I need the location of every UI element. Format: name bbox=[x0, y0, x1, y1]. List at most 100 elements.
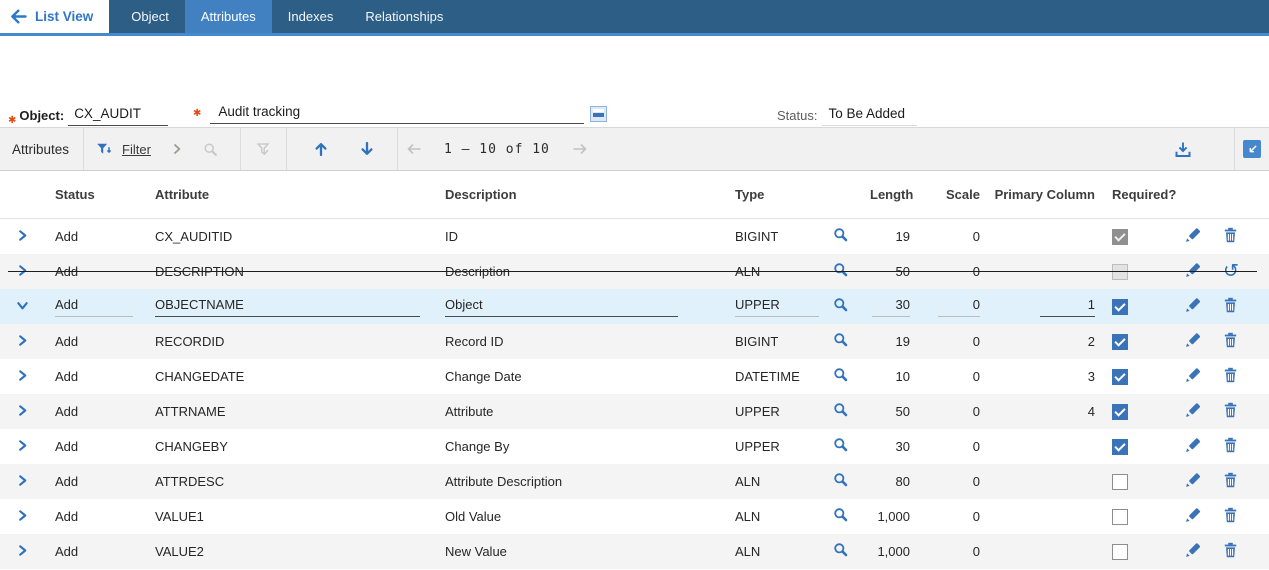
type-lookup[interactable] bbox=[830, 402, 870, 421]
type-lookup[interactable] bbox=[830, 262, 870, 281]
move-up-icon[interactable] bbox=[313, 141, 329, 157]
delete-trash-icon[interactable] bbox=[1223, 297, 1238, 313]
required-checkbox[interactable] bbox=[1112, 333, 1128, 350]
col-header-required[interactable]: Required? bbox=[1095, 187, 1176, 202]
type-lookup-icon[interactable] bbox=[833, 472, 849, 488]
delete-action[interactable] bbox=[1215, 472, 1255, 491]
col-header-length[interactable]: Length bbox=[870, 187, 913, 202]
delete-trash-icon[interactable] bbox=[1223, 332, 1238, 348]
edit-pencil-icon[interactable] bbox=[1184, 402, 1201, 419]
table-row[interactable]: Add CHANGEBY Change By UPPER 30 0 bbox=[0, 429, 1269, 464]
edit-pencil-icon[interactable] bbox=[1184, 507, 1201, 524]
delete-action[interactable] bbox=[1215, 402, 1255, 421]
chevron-right-icon[interactable] bbox=[16, 264, 29, 277]
required-cell[interactable] bbox=[1095, 473, 1170, 490]
chevron-right-icon[interactable] bbox=[16, 404, 29, 417]
edit-action[interactable] bbox=[1170, 262, 1215, 282]
required-cell[interactable] bbox=[1095, 438, 1170, 455]
undo-action[interactable]: ↺ bbox=[1215, 262, 1255, 281]
row-expand-toggle[interactable] bbox=[0, 544, 55, 560]
edit-pencil-icon[interactable] bbox=[1184, 227, 1201, 244]
collapse-table-icon[interactable] bbox=[1243, 140, 1261, 158]
required-checkbox[interactable] bbox=[1112, 298, 1128, 315]
back-to-list-view-button[interactable]: List View bbox=[0, 0, 110, 33]
row-expand-toggle[interactable] bbox=[0, 264, 55, 280]
required-cell[interactable] bbox=[1095, 543, 1170, 560]
type-lookup-icon[interactable] bbox=[833, 367, 849, 383]
type-lookup[interactable] bbox=[830, 472, 870, 491]
required-cell[interactable] bbox=[1095, 508, 1170, 525]
delete-trash-icon[interactable] bbox=[1223, 437, 1238, 453]
edit-pencil-icon[interactable] bbox=[1184, 332, 1201, 349]
required-checkbox[interactable] bbox=[1112, 508, 1128, 525]
delete-trash-icon[interactable] bbox=[1223, 542, 1238, 558]
chevron-right-icon[interactable] bbox=[16, 544, 29, 557]
edit-action[interactable] bbox=[1170, 227, 1215, 247]
edit-pencil-icon[interactable] bbox=[1184, 542, 1201, 559]
table-row[interactable]: Add ATTRDESC Attribute Description ALN 80 0 bbox=[0, 464, 1269, 499]
delete-trash-icon[interactable] bbox=[1223, 227, 1238, 243]
type-lookup-icon[interactable] bbox=[833, 227, 849, 243]
required-checkbox[interactable] bbox=[1112, 473, 1128, 490]
col-header-attribute[interactable]: Attribute bbox=[155, 187, 445, 202]
object-description-input[interactable]: Audit tracking bbox=[210, 104, 585, 124]
table-row[interactable]: Add OBJECTNAME Object UPPER 30 0 1 bbox=[0, 289, 1269, 324]
chevron-right-icon[interactable] bbox=[16, 334, 29, 347]
row-expand-toggle[interactable] bbox=[0, 369, 55, 385]
long-description-icon[interactable] bbox=[590, 106, 608, 122]
delete-action[interactable] bbox=[1215, 507, 1255, 526]
type-lookup-icon[interactable] bbox=[833, 332, 849, 348]
table-row[interactable]: Add RECORDID Record ID BIGINT 19 0 2 bbox=[0, 324, 1269, 359]
row-expand-toggle[interactable] bbox=[0, 229, 55, 245]
tab-indexes[interactable]: Indexes bbox=[272, 0, 350, 33]
type-lookup[interactable] bbox=[830, 437, 870, 456]
table-row[interactable]: Add CHANGEDATE Change Date DATETIME 10 0 3 bbox=[0, 359, 1269, 394]
primary-column-cell[interactable]: 1 bbox=[980, 297, 1095, 317]
download-icon[interactable] bbox=[1174, 141, 1192, 158]
delete-action[interactable] bbox=[1215, 542, 1255, 561]
table-row[interactable]: Add VALUE1 Old Value ALN 1,000 0 bbox=[0, 499, 1269, 534]
col-header-description[interactable]: Description bbox=[445, 187, 735, 202]
object-input[interactable]: CX_AUDIT bbox=[68, 106, 169, 126]
type-lookup-icon[interactable] bbox=[833, 507, 849, 523]
tab-attributes[interactable]: Attributes bbox=[184, 0, 272, 33]
delete-action[interactable] bbox=[1215, 437, 1255, 456]
delete-trash-icon[interactable] bbox=[1223, 472, 1238, 488]
chevron-right-icon[interactable] bbox=[16, 509, 29, 522]
chevron-right-icon[interactable] bbox=[16, 369, 29, 382]
required-checkbox[interactable] bbox=[1112, 438, 1128, 455]
col-header-type[interactable]: Type bbox=[735, 187, 830, 202]
row-expand-toggle[interactable] bbox=[0, 299, 55, 315]
type-lookup-icon[interactable] bbox=[833, 262, 849, 278]
type-lookup[interactable] bbox=[830, 542, 870, 561]
edit-pencil-icon[interactable] bbox=[1184, 437, 1201, 454]
required-cell[interactable] bbox=[1095, 368, 1170, 385]
type-lookup[interactable] bbox=[830, 332, 870, 351]
edit-action[interactable] bbox=[1170, 367, 1215, 387]
type-lookup-icon[interactable] bbox=[833, 542, 849, 558]
filter-link[interactable]: Filter bbox=[122, 142, 151, 157]
required-cell[interactable] bbox=[1095, 263, 1170, 280]
edit-pencil-icon[interactable] bbox=[1184, 297, 1201, 314]
required-cell[interactable] bbox=[1095, 403, 1170, 420]
type-lookup-icon[interactable] bbox=[833, 297, 849, 313]
edit-action[interactable] bbox=[1170, 332, 1215, 352]
table-row[interactable]: Add CX_AUDITID ID BIGINT 19 0 bbox=[0, 219, 1269, 254]
required-cell[interactable] bbox=[1095, 298, 1170, 315]
move-down-icon[interactable] bbox=[359, 141, 375, 157]
description-cell[interactable]: Object bbox=[445, 297, 735, 317]
tab-relationships[interactable]: Relationships bbox=[349, 0, 459, 33]
col-header-status[interactable]: Status bbox=[55, 187, 155, 202]
edit-action[interactable] bbox=[1170, 472, 1215, 492]
table-row[interactable]: Add ATTRNAME Attribute UPPER 50 0 4 bbox=[0, 394, 1269, 429]
delete-action[interactable] bbox=[1215, 297, 1255, 316]
type-lookup-icon[interactable] bbox=[833, 437, 849, 453]
chevron-right-icon[interactable] bbox=[173, 143, 181, 155]
delete-trash-icon[interactable] bbox=[1223, 367, 1238, 383]
delete-action[interactable] bbox=[1215, 367, 1255, 386]
table-row[interactable]: Add VALUE2 New Value ALN 1,000 0 bbox=[0, 534, 1269, 569]
row-expand-toggle[interactable] bbox=[0, 404, 55, 420]
edit-pencil-icon[interactable] bbox=[1184, 472, 1201, 489]
row-expand-toggle[interactable] bbox=[0, 474, 55, 490]
col-header-scale[interactable]: Scale bbox=[910, 187, 980, 202]
